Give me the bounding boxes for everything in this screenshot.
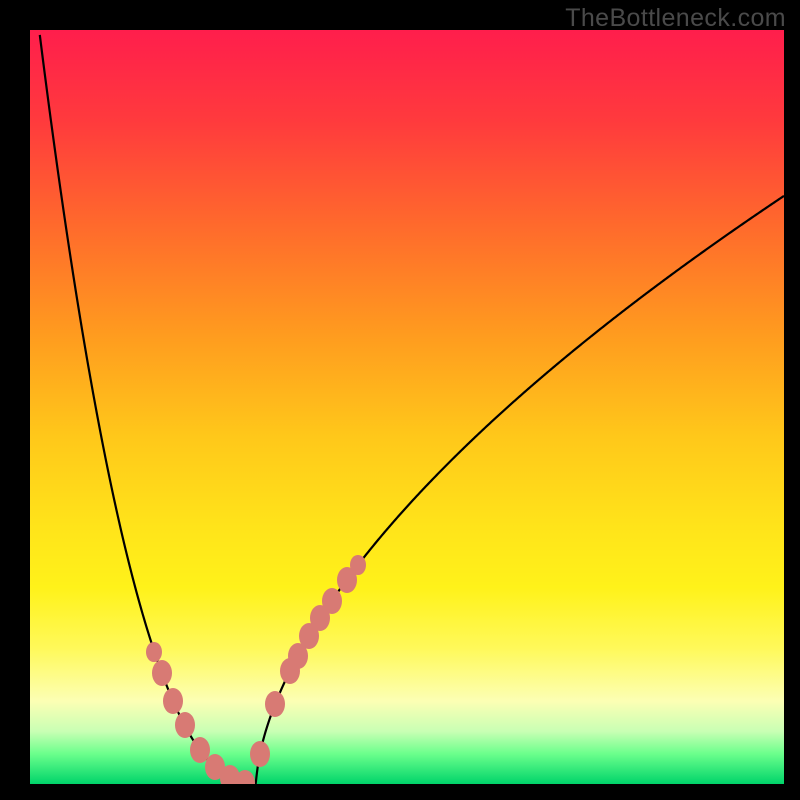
chart-plot-area — [30, 30, 784, 784]
data-marker — [350, 555, 366, 575]
bottleneck-curve — [30, 30, 784, 784]
data-marker — [163, 688, 183, 714]
data-marker — [250, 741, 270, 767]
data-marker — [175, 712, 195, 738]
data-marker — [322, 588, 342, 614]
data-marker — [146, 642, 162, 662]
watermark-label: TheBottleneck.com — [565, 4, 786, 33]
data-marker — [265, 691, 285, 717]
data-marker — [152, 660, 172, 686]
